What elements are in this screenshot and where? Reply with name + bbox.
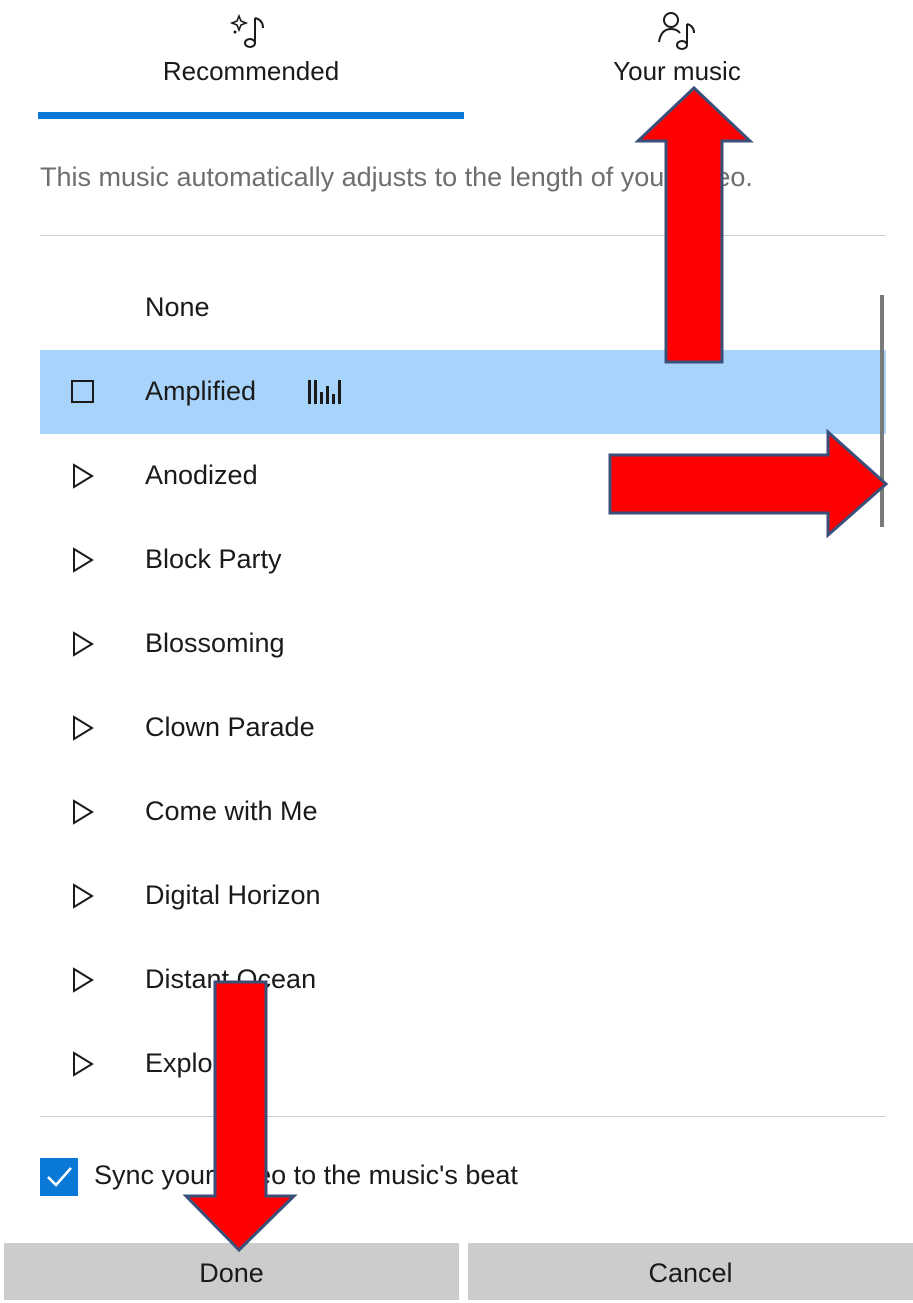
track-row-anodized[interactable]: Anodized (40, 434, 886, 518)
play-icon[interactable] (70, 714, 96, 742)
tab-your-music-label: Your music (613, 56, 741, 86)
equalizer-icon (308, 380, 341, 404)
scrollbar-thumb[interactable] (880, 295, 884, 527)
sync-label: Sync your video to the music's beat (94, 1160, 518, 1190)
play-icon[interactable] (70, 630, 96, 658)
active-tab-indicator (38, 112, 464, 119)
tab-recommended-label: Recommended (162, 56, 340, 86)
done-button[interactable]: Done (4, 1243, 459, 1300)
track-row-amplified[interactable]: Amplified (40, 350, 886, 434)
play-icon[interactable] (70, 798, 96, 826)
track-label: Come with Me (145, 796, 318, 826)
play-icon[interactable] (70, 882, 96, 910)
track-label: None (145, 292, 210, 322)
track-row-clown-parade[interactable]: Clown Parade (40, 686, 886, 770)
track-label: Explorer (145, 1048, 246, 1078)
play-icon[interactable] (70, 1050, 96, 1078)
track-row-block-party[interactable]: Block Party (40, 518, 886, 602)
track-label: Anodized (145, 460, 258, 490)
track-label: Blossoming (145, 628, 285, 658)
track-row-blossoming[interactable]: Blossoming (40, 602, 886, 686)
play-icon[interactable] (70, 966, 96, 994)
cancel-button[interactable]: Cancel (468, 1243, 913, 1300)
tab-recommended[interactable]: Recommended (38, 0, 464, 120)
music-description: This music automatically adjusts to the … (40, 162, 753, 192)
track-label: Distant Ocean (145, 964, 317, 994)
track-row-digital-horizon[interactable]: Digital Horizon (40, 854, 886, 938)
sync-checkbox[interactable] (40, 1158, 78, 1196)
play-icon[interactable] (70, 546, 96, 574)
play-icon[interactable] (70, 462, 96, 490)
stop-icon[interactable] (70, 378, 96, 406)
tab-your-music[interactable]: Your music (464, 0, 890, 120)
track-row-distant-ocean[interactable]: Distant Ocean (40, 938, 886, 1022)
checkmark-icon (47, 1167, 72, 1187)
divider (40, 235, 886, 236)
divider (40, 1116, 886, 1117)
track-label: Amplified (145, 376, 257, 406)
person-music-icon (658, 12, 695, 50)
track-row-come-with-me[interactable]: Come with Me (40, 770, 886, 854)
track-label: Clown Parade (145, 712, 315, 742)
track-label: Digital Horizon (145, 880, 321, 910)
track-label: Block Party (145, 544, 282, 574)
sparkle-music-icon (229, 13, 264, 48)
track-row-none[interactable]: None (40, 266, 886, 350)
track-row-explorer[interactable]: Explorer (40, 1022, 886, 1106)
